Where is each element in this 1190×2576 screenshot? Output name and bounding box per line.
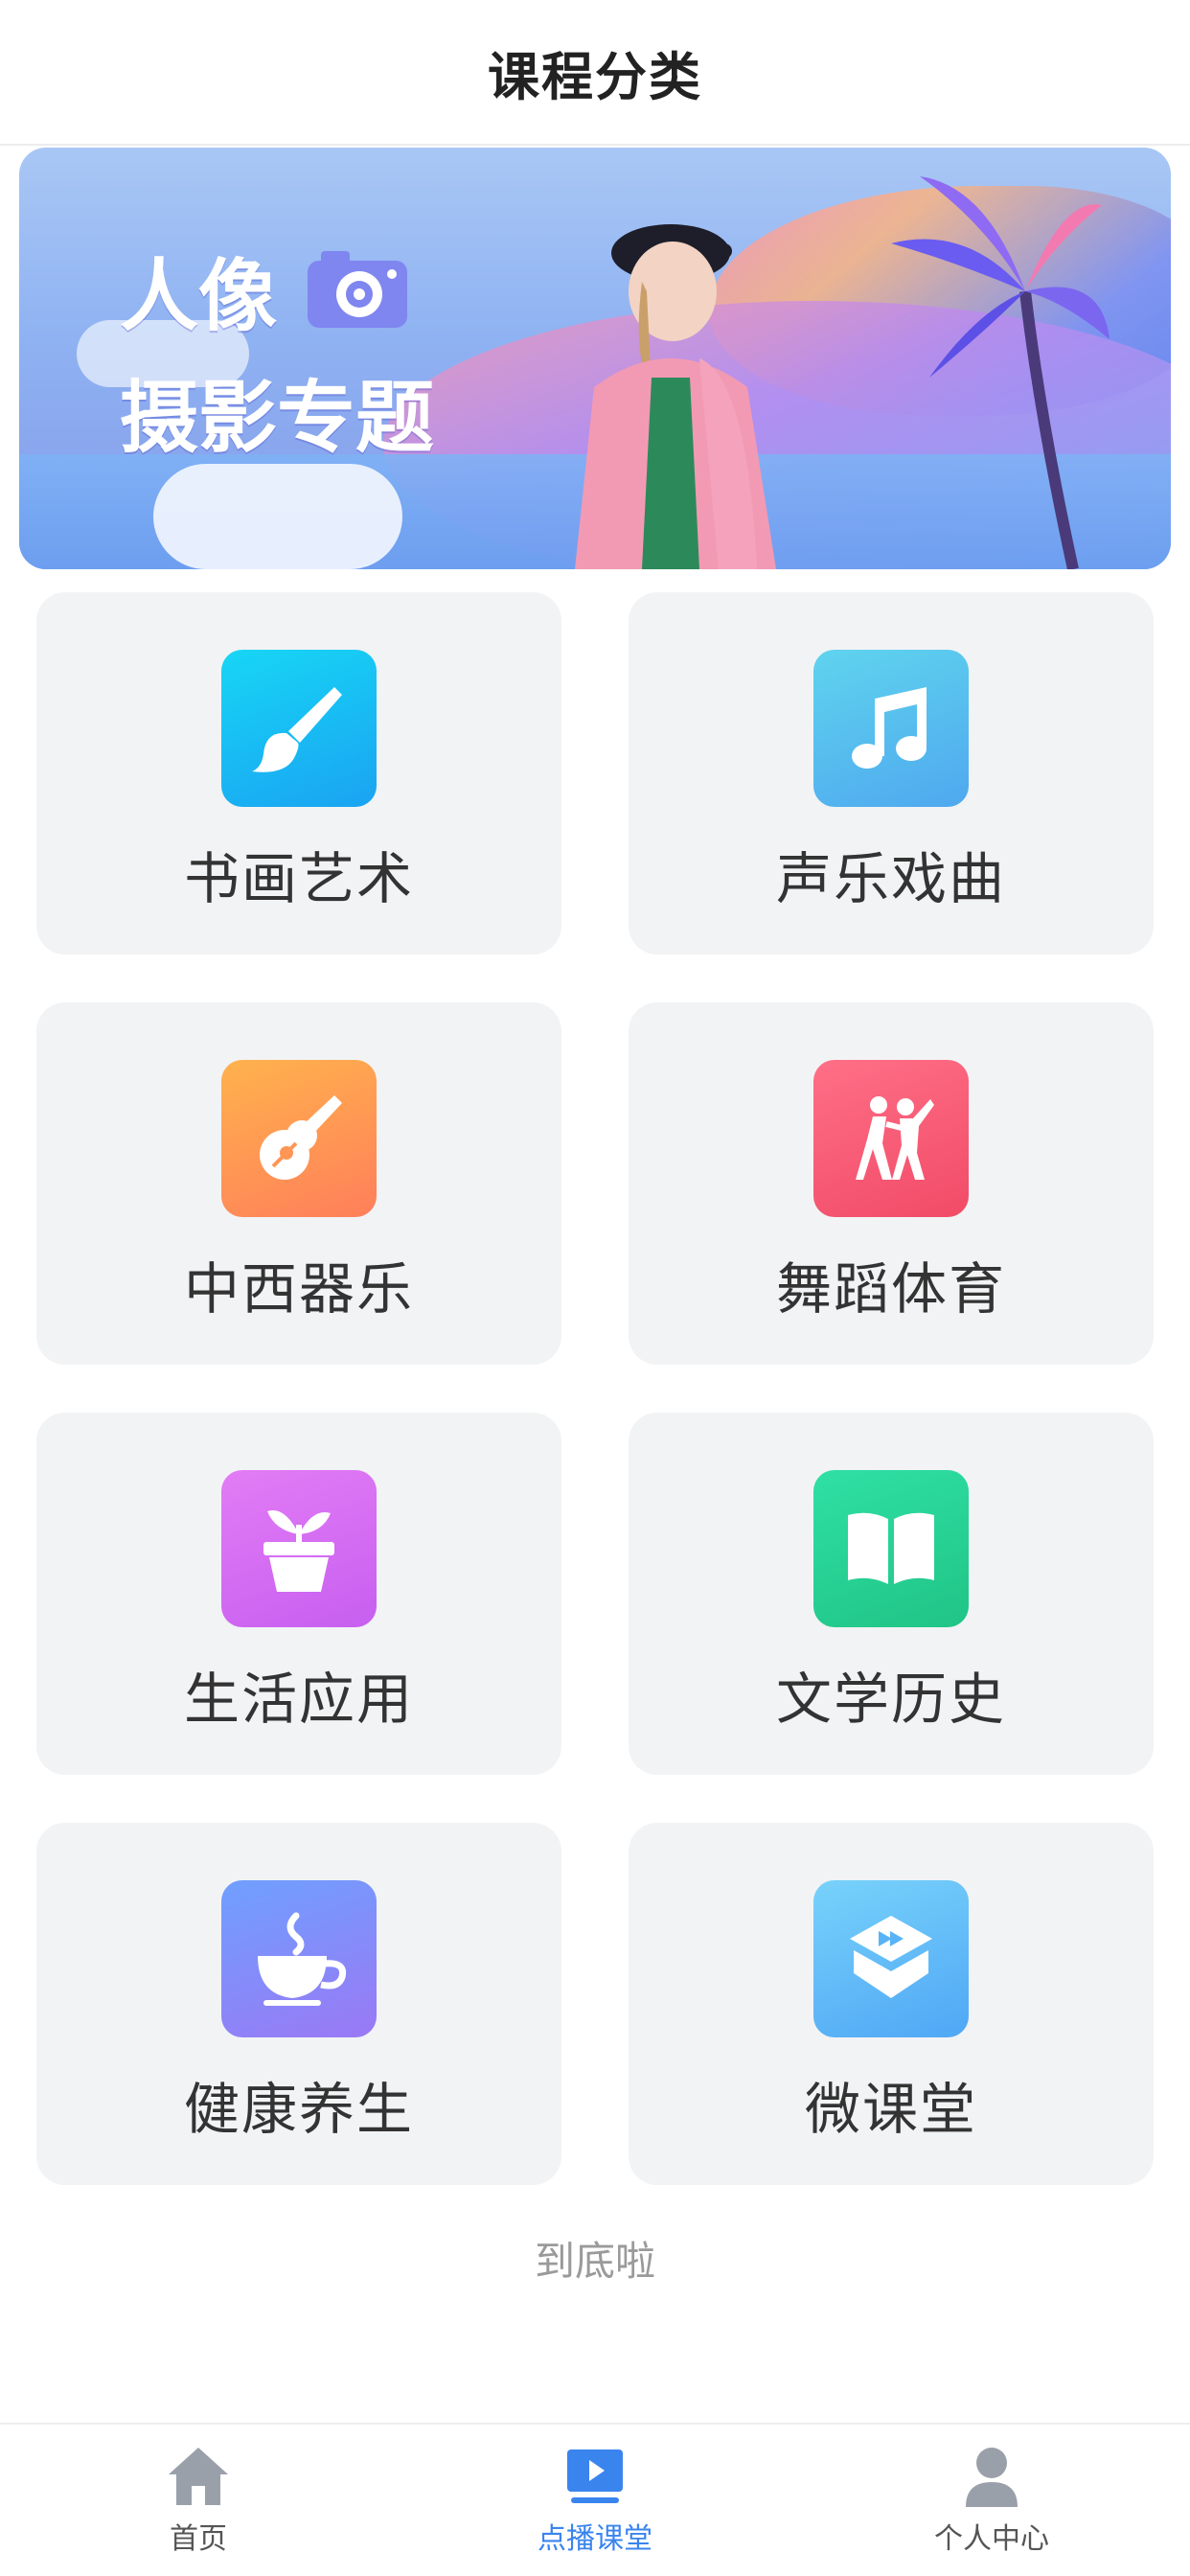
- banner-headline: 人像 摄影专题: [120, 232, 434, 468]
- banner-title-line1: 人像: [120, 251, 278, 342]
- tab-vod-classroom[interactable]: 点播课堂: [397, 2425, 793, 2576]
- camera-icon: [308, 250, 408, 328]
- bottom-tab-bar: 首页 点播课堂 个人中心: [0, 2423, 1190, 2576]
- category-icon-tile: [221, 1880, 377, 2037]
- banner-cloud: [153, 464, 402, 569]
- category-card-micro-class[interactable]: 微课堂: [629, 1823, 1154, 2185]
- category-icon-tile: [221, 650, 377, 807]
- category-label: 声乐戏曲: [775, 846, 1006, 911]
- category-card-instruments[interactable]: 中西器乐: [36, 1002, 561, 1365]
- play-screen-icon: [567, 2450, 623, 2503]
- music-note-icon: [852, 687, 927, 769]
- video-box-icon: [850, 1916, 932, 1998]
- end-of-list-note: 到底啦: [534, 2238, 655, 2285]
- tab-profile[interactable]: 个人中心: [793, 2425, 1190, 2576]
- category-card-literature-history[interactable]: 文学历史: [629, 1413, 1154, 1775]
- category-card-health[interactable]: 健康养生: [36, 1823, 561, 2185]
- guitar-icon: [260, 1095, 342, 1180]
- palm-tree-illustration: [891, 176, 1110, 569]
- category-icon-tile: [813, 1060, 969, 1217]
- category-label: 书画艺术: [183, 846, 414, 911]
- category-label: 生活应用: [183, 1667, 414, 1732]
- tab-label: 个人中心: [934, 2522, 1049, 2556]
- banner-carousel[interactable]: 人像 摄影专题: [19, 148, 1171, 569]
- category-label: 健康养生: [183, 2077, 414, 2142]
- book-icon: [848, 1512, 934, 1584]
- banner-title-line2: 摄影专题: [120, 373, 435, 464]
- dance-icon: [856, 1096, 934, 1180]
- category-grid: 书画艺术 声乐戏曲 中西器乐 舞蹈体育 生活应用 文学历史 健康养生 微课堂: [36, 592, 1154, 2185]
- category-icon-tile: [813, 650, 969, 807]
- category-icon-tile: [813, 1880, 969, 2037]
- category-icon-tile: [813, 1470, 969, 1627]
- tab-label: 点播课堂: [538, 2522, 652, 2556]
- tab-home[interactable]: 首页: [0, 2425, 397, 2576]
- category-label: 中西器乐: [183, 1256, 414, 1322]
- category-card-vocal-opera[interactable]: 声乐戏曲: [629, 592, 1154, 954]
- page-header: 课程分类: [0, 0, 1190, 146]
- model-photo: [575, 224, 776, 569]
- category-label: 文学历史: [775, 1667, 1006, 1732]
- tea-cup-icon: [258, 1912, 347, 2006]
- page-title: 课程分类: [488, 46, 702, 107]
- tab-label: 首页: [170, 2522, 227, 2556]
- brush-icon: [252, 687, 342, 772]
- category-icon-tile: [221, 1470, 377, 1627]
- category-label: 微课堂: [804, 2077, 977, 2142]
- category-card-dance-sports[interactable]: 舞蹈体育: [629, 1002, 1154, 1365]
- category-card-life-skills[interactable]: 生活应用: [36, 1413, 561, 1775]
- category-icon-tile: [221, 1060, 377, 1217]
- user-icon: [966, 2448, 1018, 2507]
- home-icon: [169, 2448, 228, 2505]
- category-card-calligraphy-painting[interactable]: 书画艺术: [36, 592, 561, 954]
- category-label: 舞蹈体育: [775, 1256, 1006, 1322]
- plant-pot-icon: [263, 1510, 334, 1592]
